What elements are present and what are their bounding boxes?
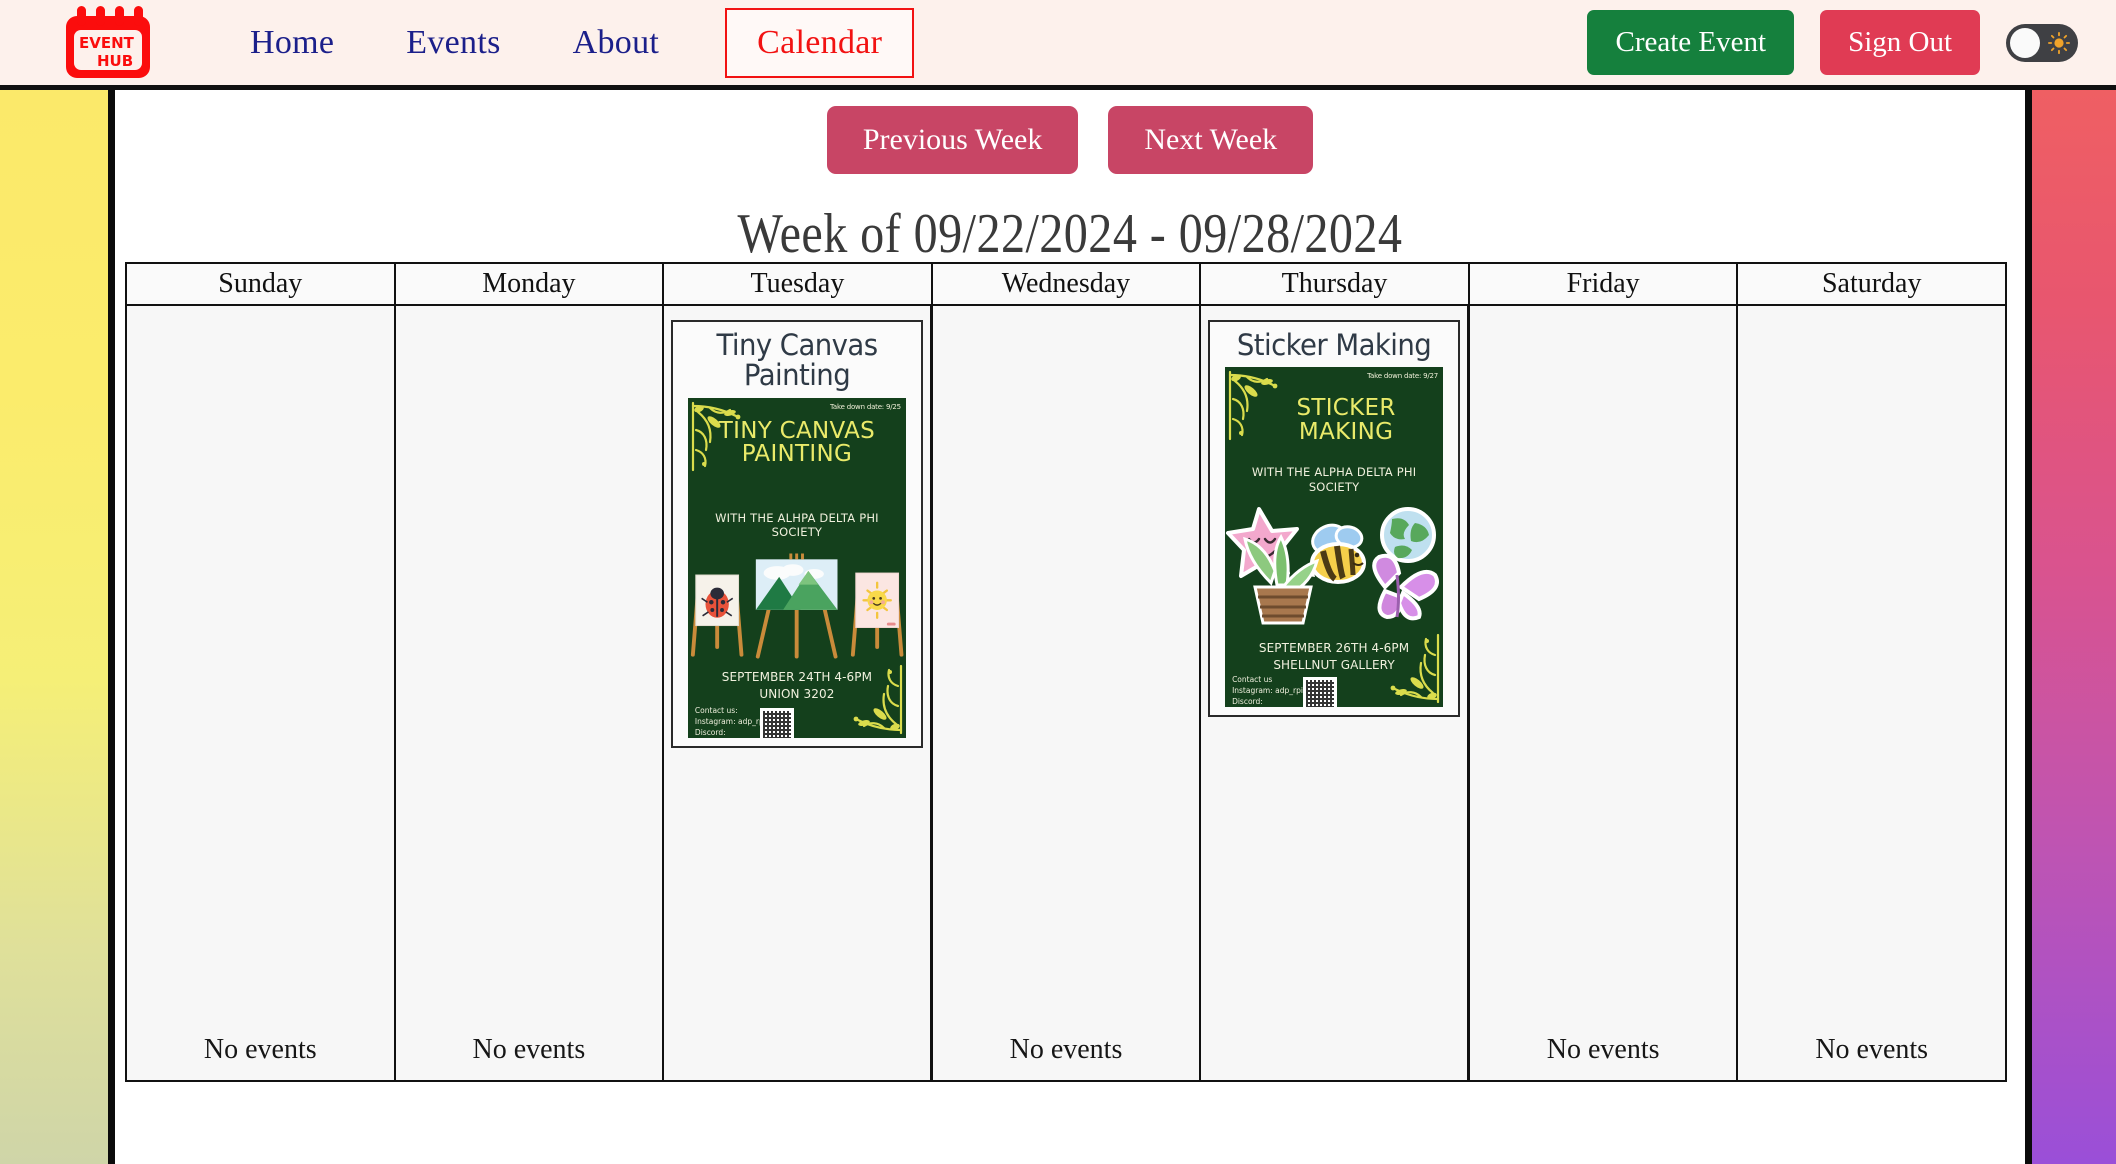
nav-item-events[interactable]: Events (370, 25, 536, 60)
header-actions: Create Event Sign Out (1587, 10, 2078, 75)
poster-subtitle: WITH THE ALHPA DELTA PHI SOCIETY (715, 510, 879, 540)
easel-ladybug-icon (690, 574, 744, 657)
day-header-wednesday: Wednesday (932, 264, 1202, 306)
nav-item-home[interactable]: Home (214, 25, 370, 60)
event-card-sticker-making[interactable]: Sticker Making Take down date: 9/27 STIC… (1208, 320, 1461, 718)
day-cell-wednesday[interactable]: No events (932, 306, 1202, 1082)
toggle-knob (2010, 27, 2040, 58)
poster-contact-label: Contact us (1232, 675, 1273, 685)
day-cell-thursday[interactable]: Sticker Making Take down date: 9/27 STIC… (1201, 306, 1470, 1082)
no-events-label: No events (1009, 1034, 1123, 1065)
poster-takedown-date: Take down date: 9/27 (1367, 372, 1439, 381)
easel-sun-icon (850, 572, 903, 657)
sign-out-button[interactable]: Sign Out (1820, 10, 1980, 75)
butterfly-sticker-icon (1372, 554, 1440, 621)
app-header: EVENT HUB Home Events About Calendar Cre… (0, 0, 2116, 90)
left-gradient-panel (0, 90, 112, 1164)
previous-week-button[interactable]: Previous Week (826, 106, 1079, 174)
sun-icon (2048, 31, 2070, 54)
day-header-sunday: Sunday (127, 264, 396, 306)
event-poster-image: Take down date: 9/25 TINY CANVAS PAINTIN… (687, 397, 906, 738)
right-gradient-panel (2030, 90, 2116, 1164)
day-header-friday: Friday (1469, 264, 1739, 306)
week-navigation: Previous Week Next Week (115, 90, 2025, 174)
poster-discord: Discord: (1232, 697, 1263, 707)
plant-sticker-icon (1243, 534, 1320, 625)
poster-instagram: Instagram: adp_rpi (694, 716, 766, 726)
event-title: Tiny Canvas Painting (716, 328, 878, 393)
day-cell-tuesday[interactable]: Tiny Canvas Painting Take down date: 9/2… (664, 306, 933, 1082)
corner-ornament-icon (1390, 634, 1440, 704)
no-events-label: No events (203, 1034, 317, 1065)
poster-headline: STICKER MAKING (1296, 395, 1396, 445)
event-poster-image: Take down date: 9/27 STICKER MAKING WITH… (1225, 367, 1444, 708)
poster-discord: Discord: (694, 727, 726, 737)
poster-instagram: Instagram: adp_rpi (1232, 686, 1303, 696)
no-events-label: No events (1546, 1034, 1660, 1065)
poster-sticker-artwork (1225, 495, 1443, 633)
create-event-button[interactable]: Create Event (1587, 10, 1795, 75)
poster-headline: TINY CANVAS PAINTING (718, 417, 876, 468)
theme-toggle[interactable] (2006, 23, 2078, 62)
poster-subtitle: WITH THE ALPHA DELTA PHI SOCIETY (1251, 465, 1417, 494)
next-week-button[interactable]: Next Week (1108, 106, 1314, 174)
event-card-tiny-canvas-painting[interactable]: Tiny Canvas Painting Take down date: 9/2… (670, 320, 923, 748)
day-cell-saturday[interactable]: No events (1738, 306, 2007, 1082)
earth-sticker-icon (1380, 507, 1437, 564)
week-calendar-grid: Sunday Monday Tuesday Wednesday Thursday… (125, 262, 2007, 1082)
day-header-saturday: Saturday (1738, 264, 2007, 306)
event-title: Sticker Making (1236, 328, 1432, 362)
event-hub-logo[interactable]: EVENT HUB (62, 5, 154, 80)
day-header-monday: Monday (395, 264, 665, 306)
qr-code-icon (759, 707, 794, 738)
logo-text-bottom: HUB (97, 52, 133, 70)
day-header-thursday: Thursday (1201, 264, 1470, 306)
poster-takedown-date: Take down date: 9/25 (829, 402, 901, 411)
week-range-title: Week of 09/22/2024 - 09/28/2024 (737, 203, 1403, 265)
qr-code-icon (1303, 677, 1338, 708)
day-cell-friday[interactable]: No events (1469, 306, 1739, 1082)
no-events-label: No events (1815, 1034, 1929, 1065)
calendar-logo-icon: EVENT HUB (66, 5, 150, 78)
poster-easel-artwork (688, 548, 906, 660)
day-cell-monday[interactable]: No events (395, 306, 665, 1082)
day-cell-sunday[interactable]: No events (127, 306, 396, 1082)
main-nav: Home Events About Calendar (214, 7, 915, 78)
nav-item-calendar[interactable]: Calendar (725, 7, 915, 78)
no-events-label: No events (472, 1034, 586, 1065)
easel-mountains-icon (756, 553, 838, 659)
day-header-tuesday: Tuesday (664, 264, 933, 306)
logo-text-top: EVENT (79, 34, 135, 52)
poster-contact-label: Contact us: (694, 705, 738, 715)
nav-item-about[interactable]: About (537, 25, 696, 60)
corner-ornament-icon (853, 664, 903, 734)
app-root: EVENT HUB Home Events About Calendar Cre… (0, 0, 2116, 1164)
